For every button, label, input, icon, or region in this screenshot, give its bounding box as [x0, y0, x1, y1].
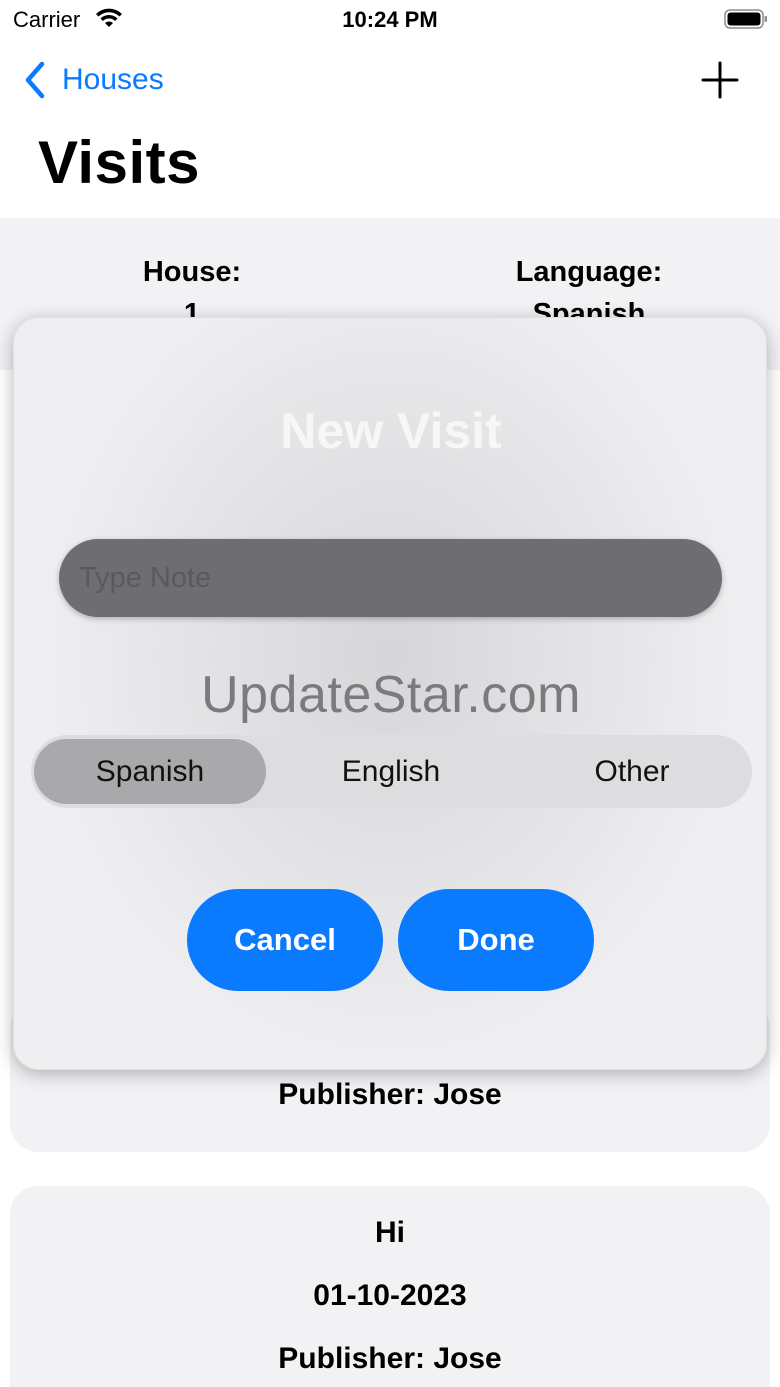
cancel-button[interactable]: Cancel — [187, 889, 383, 991]
house-label: House: — [142, 256, 242, 288]
language-segmented-control: Spanish English Other — [31, 735, 752, 808]
visit-publisher: Publisher: Jose — [278, 1342, 502, 1375]
modal-title: New Visit — [280, 403, 502, 459]
status-bar: Carrier 10:24 PM — [0, 0, 780, 40]
back-button[interactable]: Houses — [22, 58, 164, 102]
back-label: Houses — [62, 63, 164, 96]
visit-note: Hi — [375, 1216, 405, 1249]
visit-date: 01-10-2023 — [313, 1279, 467, 1312]
clock: 10:24 PM — [342, 7, 438, 32]
segment-other[interactable]: Other — [516, 739, 748, 804]
done-button[interactable]: Done — [398, 889, 594, 991]
language-label: Language: — [515, 256, 663, 288]
visit-card[interactable]: Hi 01-10-2023 Publisher: Jose — [10, 1186, 770, 1387]
note-input[interactable] — [59, 539, 722, 617]
segment-english[interactable]: English — [275, 739, 507, 804]
plus-icon[interactable] — [700, 60, 740, 100]
visit-publisher: Publisher: Jose — [278, 1078, 502, 1111]
visits-screen: Carrier 10:24 PM Houses Visits House: 1 … — [0, 0, 780, 1387]
segment-spanish[interactable]: Spanish — [34, 739, 266, 804]
watermark: UpdateStar.com — [201, 666, 581, 724]
new-visit-modal: New Visit UpdateStar.com Spanish English… — [13, 317, 767, 1070]
battery-icon — [724, 9, 767, 29]
chevron-left-icon — [25, 61, 45, 99]
page-title: Visits — [38, 129, 200, 196]
